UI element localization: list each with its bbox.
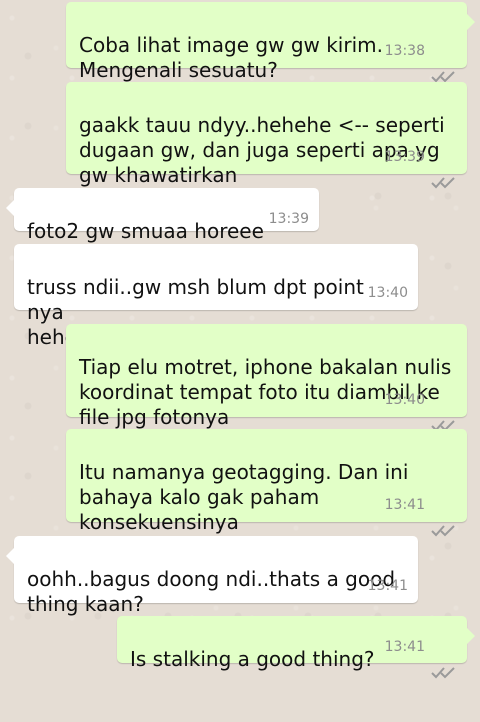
message-time: 13:41 (384, 497, 425, 513)
chat-thread[interactable]: Coba lihat image gw gw kirim. Mengenali … (0, 0, 480, 678)
message-meta: 13:41 (384, 635, 457, 678)
message-time: 13:39 (268, 211, 309, 227)
message-bubble-incoming[interactable]: truss ndii..gw msh blum dpt point nya he… (14, 244, 418, 349)
message-bubble-outgoing[interactable]: Is stalking a good thing? 13:41 (117, 616, 475, 678)
message-time: 13:40 (384, 392, 425, 408)
message-meta: 13:40 (384, 388, 457, 431)
message-time: 13:38 (384, 43, 425, 59)
message-time: 13:39 (384, 149, 425, 165)
message-time: 13:41 (367, 578, 408, 594)
message-bubble-incoming[interactable]: foto2 gw smuaa horeee 13:39 (6, 188, 319, 243)
message-time: 13:41 (384, 639, 425, 655)
message-bubble-outgoing[interactable]: gaakk tauu ndyy..hehehe <-- seperti duga… (66, 82, 467, 188)
double-check-icon (431, 393, 457, 431)
message-meta: 13:41 (368, 574, 408, 599)
message-meta: 13:39 (269, 207, 309, 232)
message-text: foto2 gw smuaa horeee (27, 219, 264, 243)
message-text: oohh..bagus doong ndi..thats a good thin… (27, 567, 396, 616)
message-meta: 13:41 (384, 493, 457, 536)
message-bubble-outgoing[interactable]: Tiap elu motret, iphone bakalan nulis ko… (66, 324, 467, 431)
message-meta: 13:40 (368, 281, 408, 306)
double-check-icon (431, 498, 457, 536)
message-bubble-outgoing[interactable]: Itu namanya geotagging. Dan ini bahaya k… (66, 429, 467, 536)
message-bubble-outgoing[interactable]: Coba lihat image gw gw kirim. Mengenali … (66, 2, 475, 82)
double-check-icon (431, 640, 457, 678)
message-meta: 13:39 (384, 145, 457, 188)
double-check-icon (431, 44, 457, 82)
message-bubble-incoming[interactable]: oohh..bagus doong ndi..thats a good thin… (6, 536, 418, 616)
double-check-icon (431, 150, 457, 188)
message-time: 13:40 (367, 285, 408, 301)
message-meta: 13:38 (384, 39, 457, 82)
